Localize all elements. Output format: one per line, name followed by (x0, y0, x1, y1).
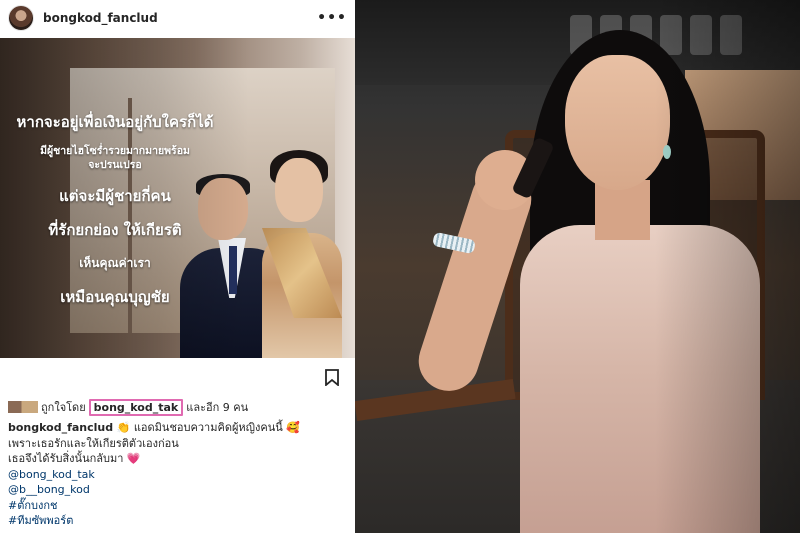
likes-row: ถูกใจโดย bong_kod_tak และอีก 9 คน (8, 398, 248, 416)
quote-line-4: แต่จะมีผู้ชายกี่คน (59, 187, 171, 205)
quote-line-5: ที่รักยกย่อง ให้เกียรติ (48, 221, 182, 239)
caption-line-3: เธอจึงได้รับสิ่งนั้นกลับมา 💗 (8, 451, 348, 467)
caption: bongkod_fanclud 👏 แอดมินชอบความคิดผู้หญิ… (8, 420, 348, 529)
love-emoji: 🥰 (286, 421, 300, 434)
shadow-overlay (655, 0, 800, 533)
post-header: bongkod_fanclud ••• (0, 0, 355, 36)
mention-b-bong-kod[interactable]: @b__bong_kod (8, 482, 348, 498)
caption-username[interactable]: bongkod_fanclud (8, 421, 113, 434)
hashtag-tak-bongkot[interactable]: #ตั๊กบงกช (8, 498, 348, 514)
quote-line-7: เหมือนคุณบุญชัย (60, 288, 170, 306)
likes-count[interactable]: และอีก 9 คน (186, 398, 248, 416)
liked-by-user[interactable]: bong_kod_tak (88, 398, 184, 416)
heart-emoji: 💗 (126, 452, 141, 465)
quote-line-2: มีผู้ชายไฮโซร่ำรวยมากมายพร้อม (40, 145, 190, 157)
caption-line-1: bongkod_fanclud 👏 แอดมินชอบความคิดผู้หญิ… (8, 420, 348, 436)
image-quote: หากจะอยู่เพื่อเงินอยู่กับใครก็ได้ มีผู้ช… (0, 110, 230, 309)
liker-avatars (8, 401, 38, 413)
caption-text-3: เธอจึงได้รับสิ่งนั้นกลับมา (8, 452, 124, 465)
caption-text-1: แอดมินชอบความคิดผู้หญิงคนนี้ (133, 421, 283, 434)
quote-line-6: เห็นคุณค่าเรา (79, 256, 151, 270)
more-dots-icon[interactable]: ••• (317, 10, 347, 26)
instagram-post: bongkod_fanclud ••• หากจะอยู่เพื่อเงินอย… (0, 0, 355, 533)
quote-line-3: จะปรนเปรอ (88, 159, 142, 171)
likes-prefix: ถูกใจโดย (41, 401, 86, 414)
portrait-photo (355, 0, 800, 533)
mention-bong-kod-tak[interactable]: @bong_kod_tak (8, 467, 348, 483)
post-username[interactable]: bongkod_fanclud (43, 11, 158, 25)
bookmark-icon[interactable] (324, 369, 340, 386)
hashtag-team-support[interactable]: #ทีมซัพพอร์ต (8, 513, 348, 529)
avatar[interactable] (8, 5, 34, 31)
post-image[interactable]: หากจะอยู่เพื่อเงินอยู่กับใครก็ได้ มีผู้ช… (0, 38, 355, 358)
quote-line-1: หากจะอยู่เพื่อเงินอยู่กับใครก็ได้ (16, 113, 214, 131)
caption-text-2: เพราะเธอรักและให้เกียรติตัวเองก่อน (8, 436, 179, 450)
clap-emoji: 👏 (116, 421, 131, 434)
